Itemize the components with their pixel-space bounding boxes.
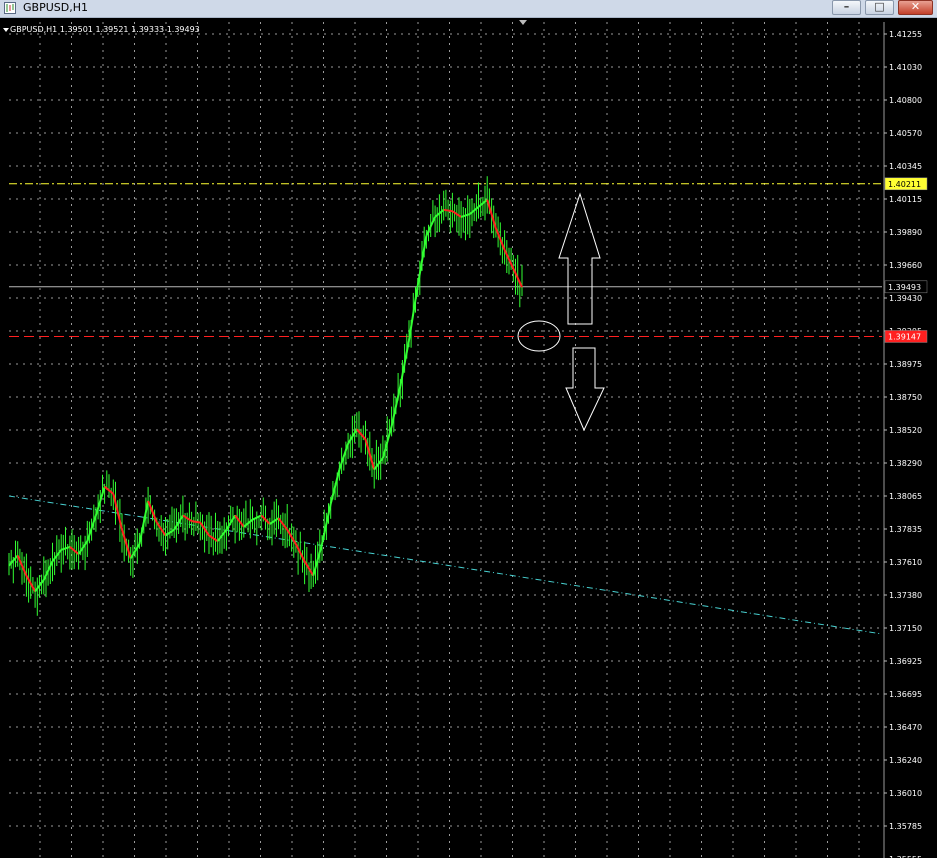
- price-tick-label: 1.36695: [889, 690, 922, 699]
- chart-shift-marker-icon: [519, 20, 527, 25]
- price-tick-label: 1.38290: [889, 459, 922, 468]
- price-tick-label: 1.39660: [889, 261, 922, 270]
- price-line-segment: [443, 208, 453, 213]
- price-tick-label: 1.37150: [889, 624, 922, 633]
- price-tick-label: 1.38750: [889, 393, 922, 402]
- price-tick-label: 1.36470: [889, 723, 922, 732]
- price-tick-label: 1.36925: [889, 657, 922, 666]
- price-line-segment: [460, 213, 471, 218]
- price-tick-label: 1.37380: [889, 591, 922, 600]
- price-chart[interactable]: 1.41255 1.41030 1.40800 1.40570 1.40345 1.401…: [0, 0, 937, 858]
- price-tick-label: 1.40345: [889, 162, 922, 171]
- price-tick-label: 1.35785: [889, 822, 922, 831]
- price-line-segment: [60, 545, 71, 551]
- price-tick-label: 1.39890: [889, 228, 922, 237]
- price-tick-label: 1.38520: [889, 426, 922, 435]
- support-price-tag: 1.39147: [888, 332, 921, 341]
- price-tick-label: 1.37835: [889, 525, 922, 534]
- price-tick-label: 1.36010: [889, 789, 922, 798]
- price-line-segment: [138, 500, 150, 545]
- price-tick-label: 1.40570: [889, 129, 922, 138]
- price-tick-label: 1.40800: [889, 96, 922, 105]
- up-arrow-icon: [558, 192, 601, 325]
- trendline: [8, 495, 883, 635]
- price-tick-label: 1.38975: [889, 360, 922, 369]
- price-line-segment: [191, 520, 201, 524]
- chart-ohlc: 1.39501 1.39521 1.39333 1.39493: [59, 25, 200, 34]
- price-tick-label: 1.41255: [889, 30, 922, 39]
- price-tick-label: 1.41030: [889, 63, 922, 72]
- down-arrow-icon: [565, 347, 605, 432]
- chart-symbol: GBPUSD,H1: [10, 25, 58, 34]
- price-line-segment: [390, 385, 402, 427]
- price-tick-label: 1.39430: [889, 294, 922, 303]
- bid-price-tag: 1.39493: [888, 283, 921, 292]
- chart-header: GBPUSD,H1 1.39501 1.39521 1.39333 1.3949…: [10, 24, 200, 36]
- price-tick-label: 1.37610: [889, 558, 922, 567]
- price-tick-label: 1.38065: [889, 492, 922, 501]
- chart-window: GBPUSD,H1 – □ ✕ 1.41255 1.41030 1.40800 1.4…: [0, 0, 937, 858]
- price-tick-label: 1.40115: [889, 195, 922, 204]
- price-tick-label: 1.36240: [889, 756, 922, 765]
- resistance-price-tag: 1.40211: [888, 180, 921, 189]
- chart-menu-arrow-icon[interactable]: [3, 28, 9, 32]
- price-line-segment: [112, 493, 123, 530]
